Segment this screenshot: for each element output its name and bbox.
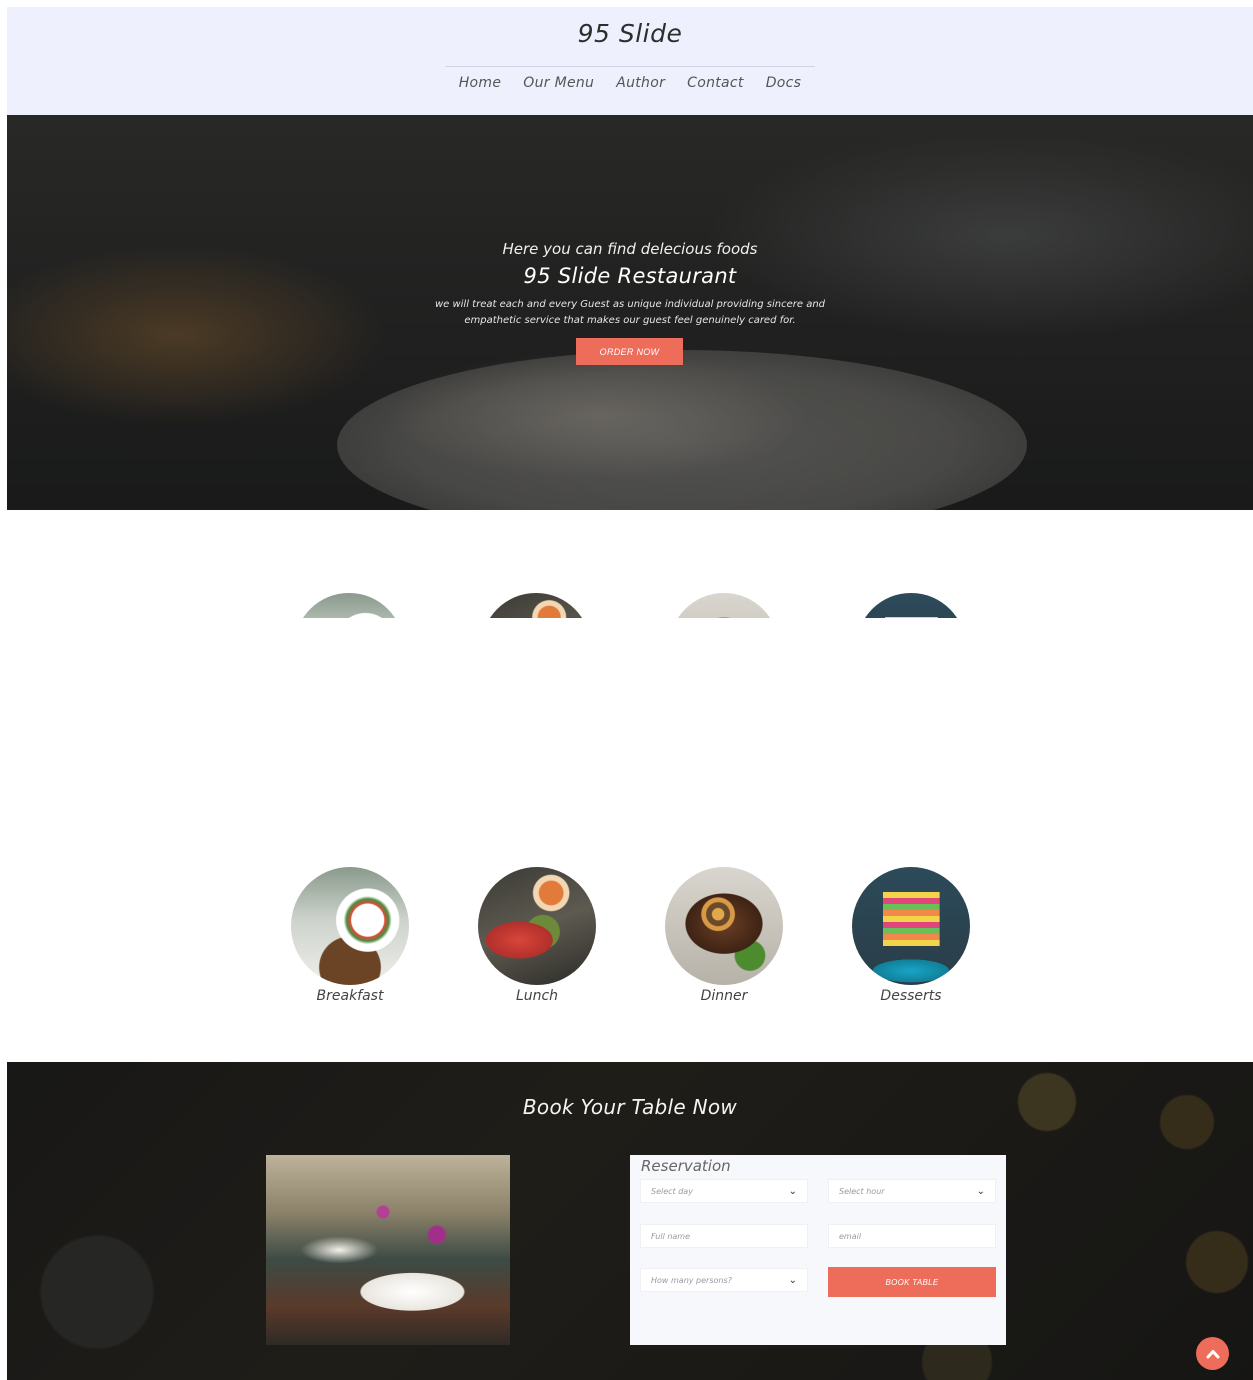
category-peek-breakfast bbox=[294, 593, 404, 618]
category-label: Dinner bbox=[700, 988, 748, 1004]
category-desserts[interactable]: Desserts bbox=[851, 867, 971, 1004]
scroll-to-top-button[interactable] bbox=[1196, 1337, 1229, 1370]
nav-author[interactable]: Author bbox=[616, 75, 665, 91]
full-name-placeholder: Full name bbox=[651, 1231, 691, 1241]
brand-title[interactable]: 95 Slide bbox=[7, 19, 1253, 48]
nav-our-menu[interactable]: Our Menu bbox=[523, 75, 594, 91]
nav-docs[interactable]: Docs bbox=[766, 75, 802, 91]
category-label: Desserts bbox=[880, 988, 942, 1004]
lunch-image[interactable] bbox=[478, 867, 596, 985]
full-name-field[interactable]: Full name bbox=[640, 1224, 808, 1248]
site-header: 95 Slide Home Our Menu Author Contact Do… bbox=[7, 7, 1253, 115]
select-hour[interactable]: Select hour ⌄ bbox=[828, 1179, 996, 1203]
chevron-up-icon bbox=[1206, 1349, 1219, 1358]
order-now-button[interactable]: ORDER NOW bbox=[576, 338, 683, 365]
booking-heading: Book Your Table Now bbox=[522, 1095, 738, 1119]
header-divider bbox=[445, 66, 815, 67]
main-nav: Home Our Menu Author Contact Docs bbox=[7, 75, 1253, 91]
booking-section: Book Your Table Now Reservation Select d… bbox=[7, 1062, 1253, 1380]
persons-placeholder: How many persons? bbox=[651, 1275, 732, 1285]
reservation-form: Reservation Select day ⌄ Select hour ⌄ F… bbox=[630, 1155, 1006, 1345]
breakfast-image[interactable] bbox=[291, 867, 409, 985]
dining-table-image bbox=[266, 1155, 510, 1345]
category-label: Breakfast bbox=[316, 988, 384, 1004]
select-day-placeholder: Select day bbox=[651, 1186, 693, 1196]
email-placeholder: email bbox=[839, 1231, 862, 1241]
dinner-image[interactable] bbox=[665, 867, 783, 985]
category-peek-lunch bbox=[481, 593, 591, 618]
persons-select[interactable]: How many persons? ⌄ bbox=[640, 1268, 808, 1292]
hero-tagline: Here you can find delecious foods bbox=[502, 240, 758, 258]
category-peek-dinner bbox=[669, 593, 779, 618]
page: 95 Slide Home Our Menu Author Contact Do… bbox=[7, 7, 1253, 1380]
desserts-image[interactable] bbox=[852, 867, 970, 985]
category-peek-desserts bbox=[856, 593, 966, 618]
category-breakfast[interactable]: Breakfast bbox=[290, 867, 410, 1004]
chevron-down-icon: ⌄ bbox=[788, 1185, 797, 1197]
chevron-down-icon: ⌄ bbox=[788, 1274, 797, 1286]
email-field[interactable]: email bbox=[828, 1224, 996, 1248]
nav-contact[interactable]: Contact bbox=[687, 75, 744, 91]
hero-banner: Here you can find delecious foods 95 Sli… bbox=[7, 115, 1253, 510]
book-table-button[interactable]: BOOK TABLE bbox=[828, 1267, 996, 1297]
category-dinner[interactable]: Dinner bbox=[664, 867, 784, 1004]
hero-description: we will treat each and every Guest as un… bbox=[434, 299, 826, 326]
select-day[interactable]: Select day ⌄ bbox=[640, 1179, 808, 1203]
chevron-down-icon: ⌄ bbox=[976, 1185, 985, 1197]
select-hour-placeholder: Select hour bbox=[839, 1186, 885, 1196]
category-label: Lunch bbox=[515, 988, 559, 1004]
category-lunch[interactable]: Lunch bbox=[477, 867, 597, 1004]
hero-title: 95 Slide Restaurant bbox=[523, 264, 737, 288]
reservation-legend: Reservation bbox=[641, 1157, 731, 1175]
nav-home[interactable]: Home bbox=[459, 75, 502, 91]
